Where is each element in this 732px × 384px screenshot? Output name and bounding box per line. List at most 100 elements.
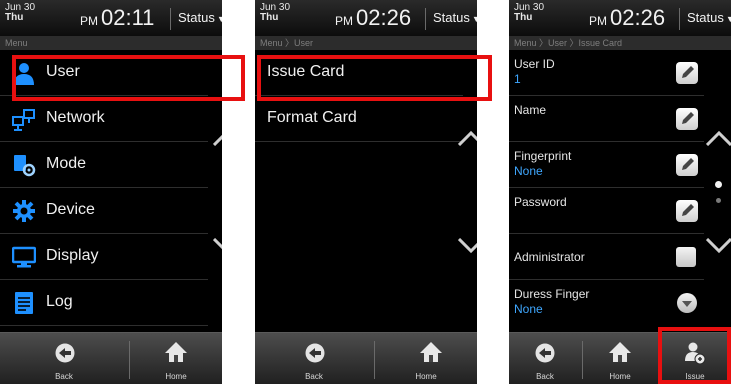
- status-dropdown[interactable]: Status ▼: [687, 11, 731, 26]
- home-label: Home: [415, 372, 437, 381]
- field-user-id[interactable]: User ID 1: [509, 50, 704, 96]
- menu-item-mode[interactable]: Mode: [0, 142, 208, 188]
- breadcrumb: Menu 〉User 〉Issue Card: [509, 36, 731, 50]
- date-display: Jun 30 Thu: [260, 3, 290, 23]
- log-icon: [15, 292, 33, 314]
- pencil-icon[interactable]: [676, 200, 698, 222]
- menu-item-format-card[interactable]: Format Card: [255, 96, 463, 142]
- menu-item-device[interactable]: Device: [0, 188, 208, 234]
- highlight-issue-button: [658, 327, 731, 384]
- scroll-down-icon[interactable]: [213, 238, 222, 254]
- field-label: Password: [514, 195, 567, 209]
- menu-item-label: Network: [46, 109, 105, 126]
- caret-down-icon: ▼: [725, 14, 731, 24]
- back-label: Back: [305, 372, 323, 381]
- back-button[interactable]: Back: [0, 333, 128, 384]
- home-button[interactable]: Home: [583, 333, 657, 384]
- breadcrumb: Menu 〉User: [255, 36, 477, 50]
- back-label: Back: [536, 372, 554, 381]
- status-dropdown[interactable]: Status ▼: [433, 11, 477, 26]
- caret-down-icon: ▼: [216, 14, 222, 24]
- bottom-bar: Back Home: [0, 332, 222, 384]
- menu-item-label: Format Card: [267, 109, 357, 126]
- status-bar: Jun 30 Thu PM 02:26 Status ▼: [509, 0, 731, 36]
- page-dot-active: [715, 181, 722, 188]
- pencil-icon[interactable]: [676, 62, 698, 84]
- gear-icon: [13, 200, 35, 222]
- monitor-icon: [12, 246, 36, 268]
- back-arrow-icon: [305, 343, 325, 363]
- scroll-down-icon[interactable]: [458, 238, 477, 254]
- field-name[interactable]: Name: [509, 96, 704, 142]
- field-fingerprint[interactable]: Fingerprint None: [509, 142, 704, 188]
- highlight-issue-card-item: [257, 55, 492, 101]
- back-button[interactable]: Back: [255, 333, 373, 384]
- status-separator: [170, 8, 171, 30]
- home-label: Home: [165, 372, 187, 381]
- dropdown-arrow-icon[interactable]: [677, 293, 697, 313]
- status-label: Status: [687, 10, 724, 25]
- field-value: 1: [514, 72, 521, 86]
- clock: PM 02:26: [335, 7, 411, 32]
- date-weekday: Thu: [5, 12, 24, 23]
- status-label: Status: [433, 10, 470, 25]
- home-icon: [420, 342, 442, 362]
- home-button[interactable]: Home: [375, 333, 477, 384]
- scroll-up-icon[interactable]: [706, 130, 731, 146]
- field-value: None: [514, 164, 543, 178]
- bottom-bar: Back Home: [255, 332, 477, 384]
- pencil-icon[interactable]: [676, 108, 698, 130]
- clock-time: 02:26: [356, 5, 412, 30]
- date-weekday: Thu: [514, 12, 533, 23]
- caret-down-icon: ▼: [471, 14, 477, 24]
- page-dot: [716, 198, 721, 203]
- scroll-up-icon[interactable]: [458, 130, 477, 146]
- clock: PM 02:26: [589, 7, 665, 32]
- home-button[interactable]: Home: [130, 333, 222, 384]
- menu-item-display[interactable]: Display: [0, 234, 208, 280]
- home-icon: [165, 342, 187, 362]
- menu-item-label: Device: [46, 201, 95, 218]
- date-display: Jun 30 Thu: [5, 3, 35, 23]
- scroll-up-icon[interactable]: [213, 130, 222, 146]
- status-dropdown[interactable]: Status ▼: [178, 11, 222, 26]
- date-display: Jun 30 Thu: [514, 3, 544, 23]
- highlight-user-item: [12, 55, 245, 101]
- clock-time: 02:26: [610, 5, 666, 30]
- field-label: Administrator: [514, 250, 585, 264]
- back-label: Back: [55, 372, 73, 381]
- ampm: PM: [335, 14, 353, 28]
- menu-item-label: Mode: [46, 155, 87, 172]
- status-label: Status: [178, 10, 215, 25]
- menu-item-log[interactable]: Log: [0, 280, 208, 326]
- back-button[interactable]: Back: [509, 333, 581, 384]
- ampm: PM: [589, 14, 607, 28]
- menu-item-label: Display: [46, 247, 99, 264]
- menu-item-label: Log: [46, 293, 73, 310]
- scroll-down-icon[interactable]: [706, 238, 731, 254]
- home-label: Home: [609, 372, 631, 381]
- administrator-checkbox[interactable]: [676, 247, 696, 267]
- field-administrator[interactable]: Administrator: [509, 234, 704, 280]
- ampm: PM: [80, 14, 98, 28]
- date-weekday: Thu: [260, 12, 279, 23]
- field-label: Name: [514, 103, 547, 117]
- mode-icon: [14, 155, 36, 177]
- status-separator: [679, 8, 680, 30]
- menu-item-network[interactable]: Network: [0, 96, 208, 142]
- field-password[interactable]: Password: [509, 188, 704, 234]
- status-separator: [425, 8, 426, 30]
- status-bar: Jun 30 Thu PM 02:26 Status ▼: [255, 0, 477, 36]
- network-icon: [12, 109, 35, 131]
- home-icon: [609, 342, 631, 362]
- breadcrumb: Menu: [0, 36, 222, 50]
- clock-time: 02:11: [101, 5, 155, 30]
- field-label: Duress Finger: [514, 287, 590, 301]
- clock: PM 02:11: [80, 7, 154, 32]
- field-duress-finger[interactable]: Duress Finger None: [509, 280, 704, 326]
- field-value: None: [514, 302, 543, 316]
- pencil-icon[interactable]: [676, 154, 698, 176]
- back-arrow-icon: [55, 343, 75, 363]
- field-label: User ID: [514, 57, 555, 71]
- status-bar: Jun 30 Thu PM 02:11 Status ▼: [0, 0, 222, 36]
